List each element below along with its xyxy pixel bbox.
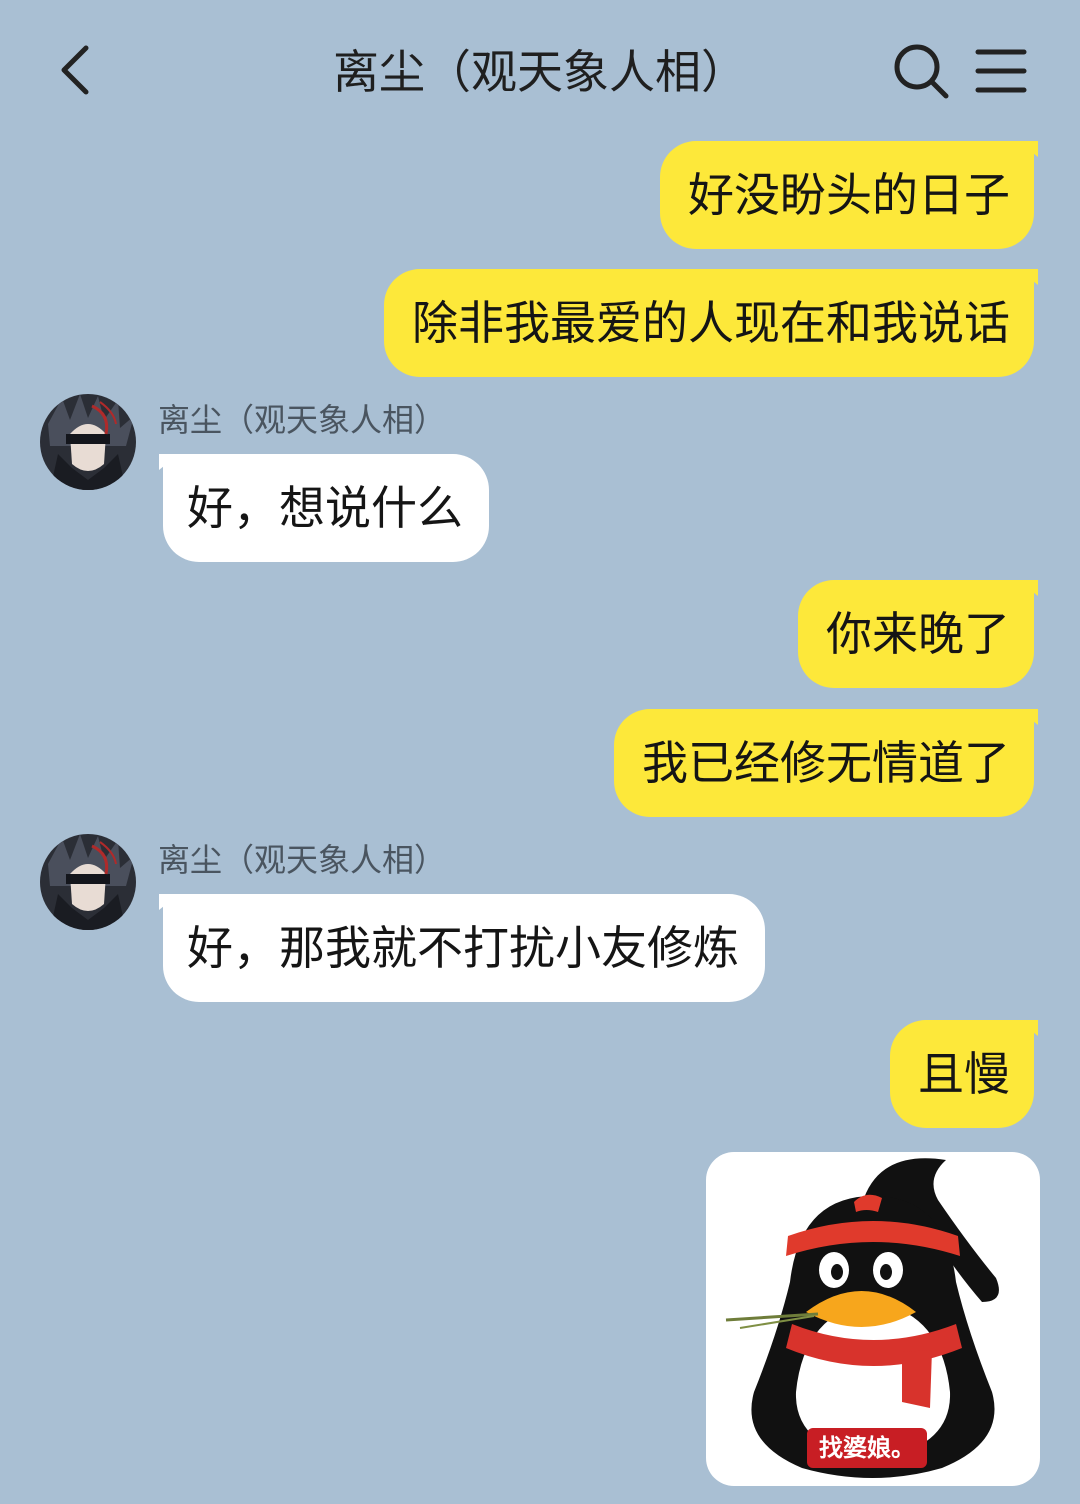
search-button[interactable] <box>890 40 952 102</box>
avatar-image <box>40 834 136 930</box>
message-bubble-outgoing[interactable]: 且慢 <box>890 1020 1038 1128</box>
message-bubble-outgoing[interactable]: 除非我最爱的人现在和我说话 <box>384 269 1038 377</box>
avatar[interactable] <box>40 834 136 930</box>
chevron-left-icon <box>61 45 89 95</box>
menu-button[interactable] <box>972 44 1030 98</box>
chat-title: 离尘（观天象人相） <box>333 45 747 99</box>
sticker-message[interactable]: 找婆娘。 <box>706 1152 1040 1486</box>
message-bubble-outgoing[interactable]: 好没盼头的日子 <box>660 141 1038 249</box>
sender-name: 离尘（观天象人相） <box>158 841 447 879</box>
message-bubble-outgoing[interactable]: 你来晚了 <box>798 580 1038 688</box>
back-button[interactable] <box>48 38 108 102</box>
avatar-image <box>40 394 136 490</box>
sticker-caption: 找婆娘。 <box>807 1428 927 1468</box>
message-bubble-incoming[interactable]: 好，想说什么 <box>159 454 489 562</box>
chat-header: 离尘（观天象人相） <box>0 0 1080 140</box>
search-icon <box>894 44 949 99</box>
message-bubble-outgoing[interactable]: 我已经修无情道了 <box>614 709 1038 817</box>
message-bubble-incoming[interactable]: 好，那我就不打扰小友修炼 <box>159 894 765 1002</box>
sender-name: 离尘（观天象人相） <box>158 401 447 439</box>
hamburger-menu-icon <box>975 49 1027 93</box>
avatar[interactable] <box>40 394 136 490</box>
